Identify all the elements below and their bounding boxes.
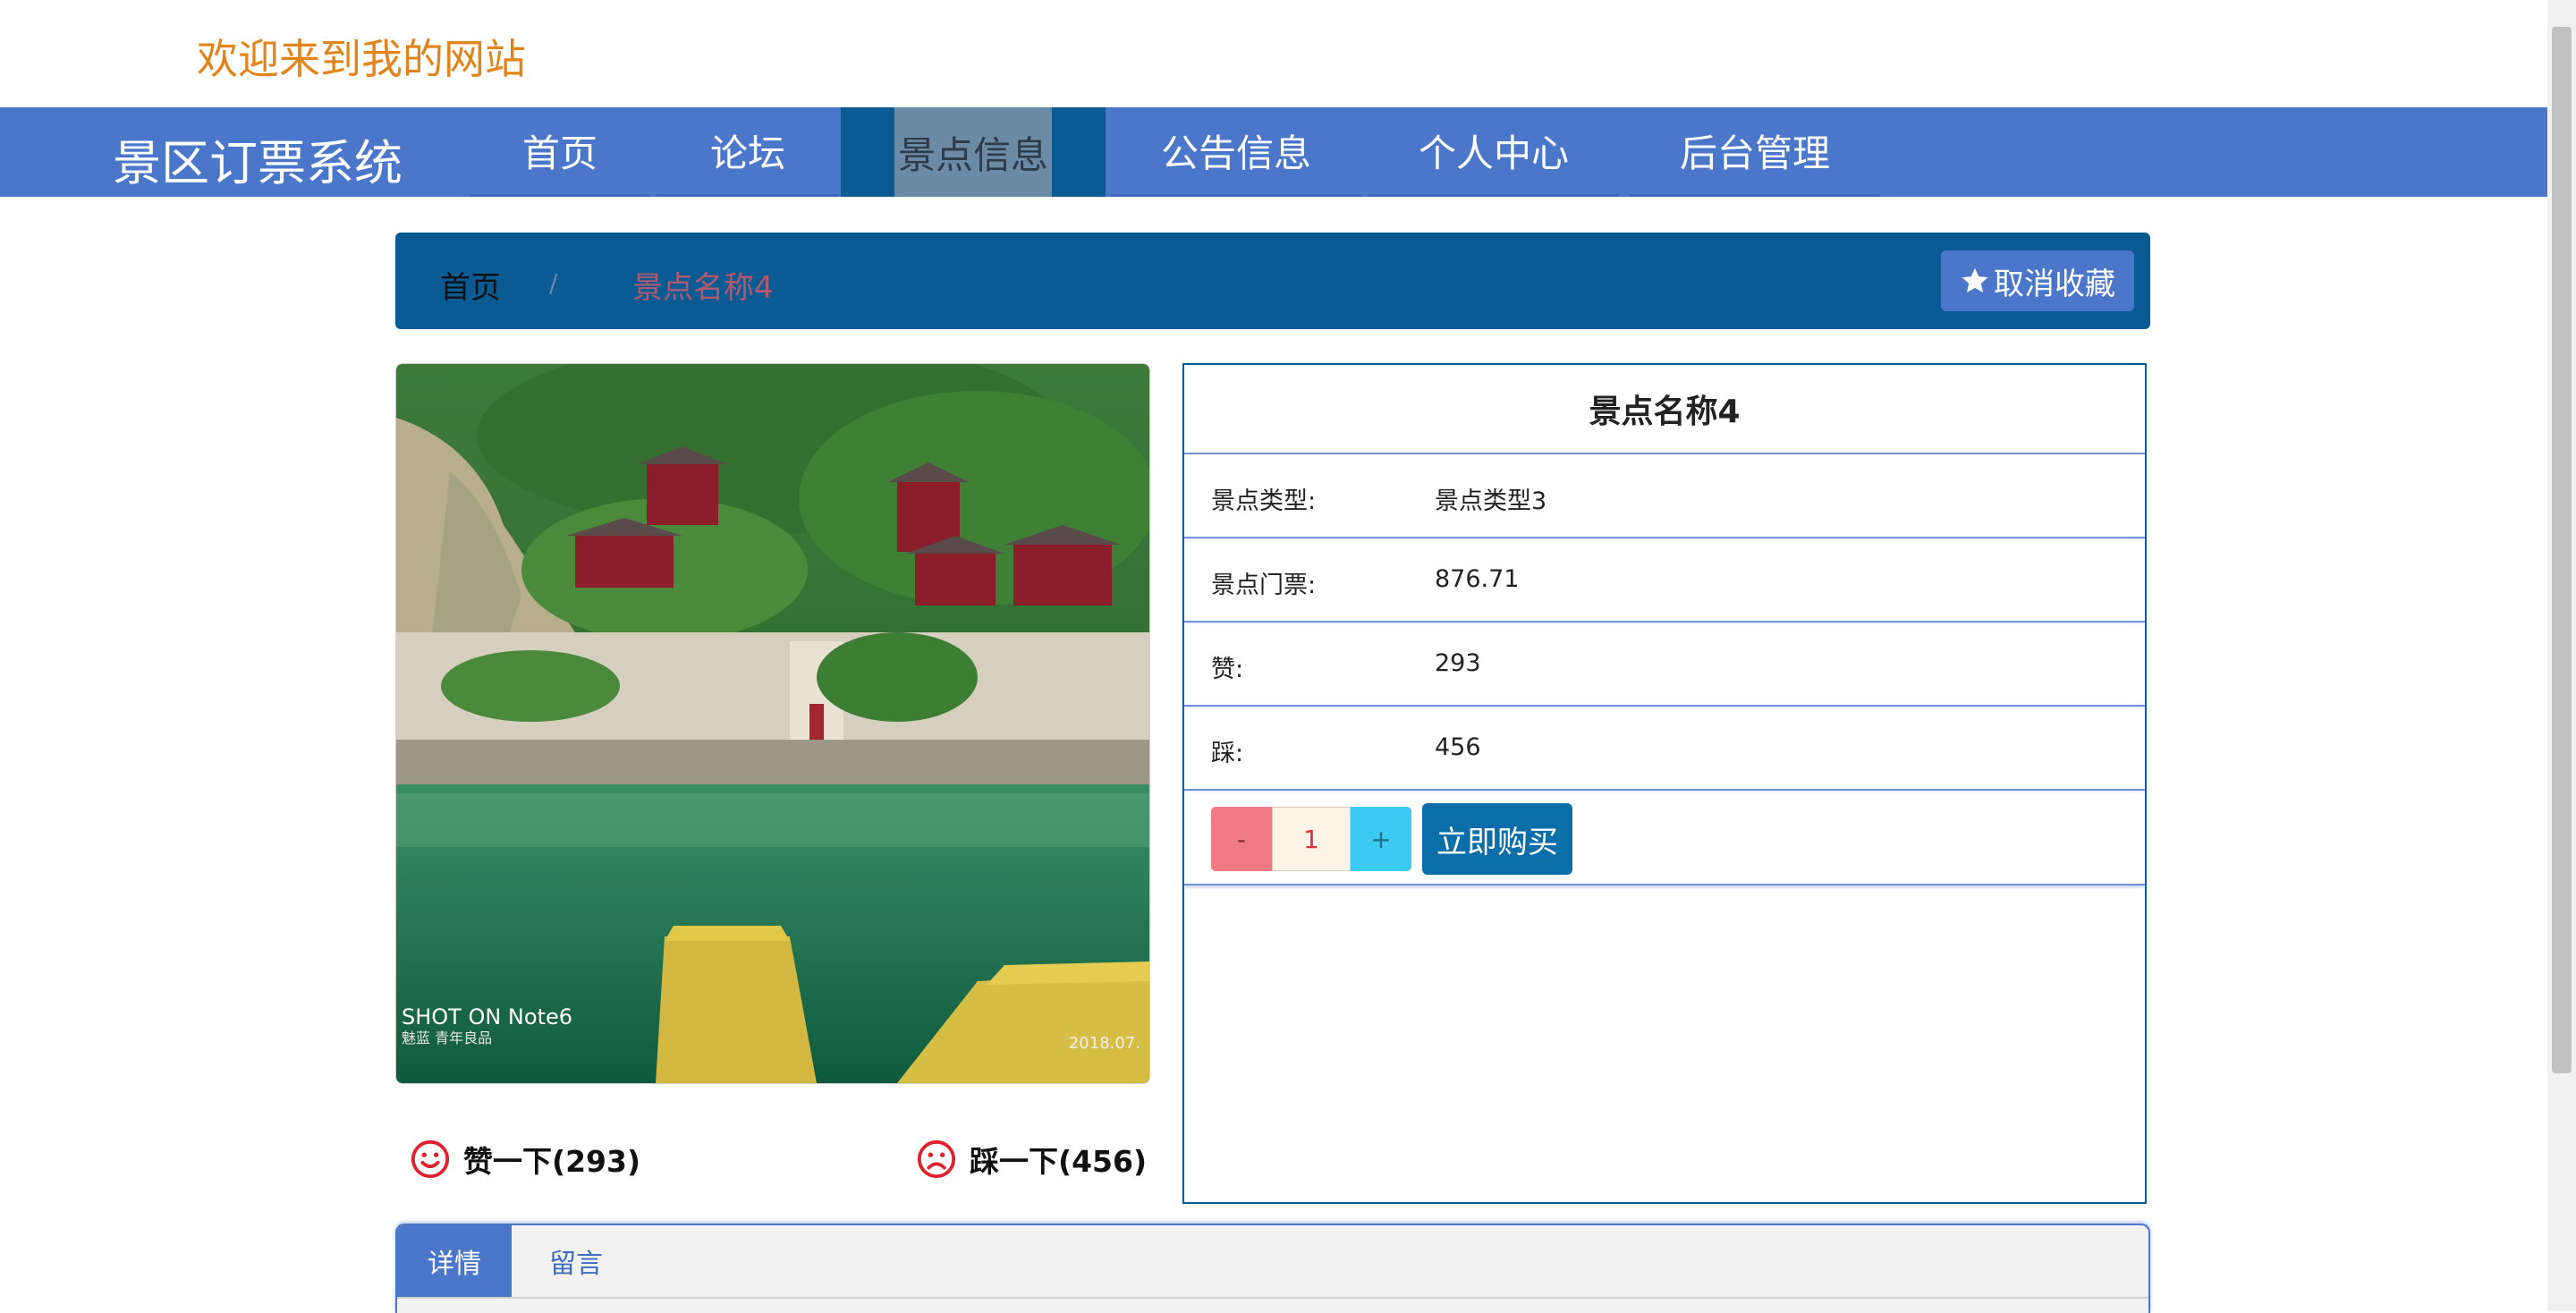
unfavorite-button[interactable]: 取消收藏 xyxy=(1941,250,2134,311)
nav-item-attractions[interactable]: 景点信息 xyxy=(841,107,1106,197)
buy-now-button[interactable]: 立即购买 xyxy=(1422,803,1572,875)
detail-row-ticket: 景点门票: 876.71 xyxy=(1184,537,2145,621)
star-icon xyxy=(1962,267,1988,293)
unfavorite-label: 取消收藏 xyxy=(1994,266,2115,302)
nav-item-announcements[interactable]: 公告信息 xyxy=(1111,107,1361,197)
tab-comments[interactable]: 留言 xyxy=(549,1225,603,1297)
detail-row-value: 293 xyxy=(1435,649,1481,677)
detail-row-dislikes: 踩: 456 xyxy=(1184,705,2145,789)
detail-row-value: 456 xyxy=(1435,733,1481,761)
purchase-row: - + 立即购买 xyxy=(1184,789,2145,885)
nav-item-admin[interactable]: 后台管理 xyxy=(1630,107,1880,197)
scrollbar-thumb[interactable] xyxy=(2552,27,2572,1073)
breadcrumb: 首页 / 景点名称4 取消收藏 xyxy=(395,233,2150,329)
breadcrumb-separator: / xyxy=(549,268,558,298)
tab-details[interactable]: 详情 xyxy=(397,1225,512,1297)
like-label: 赞一下(293) xyxy=(463,1144,641,1179)
nav-item-user-center[interactable]: 个人中心 xyxy=(1368,107,1619,197)
frown-icon xyxy=(917,1139,956,1179)
site-brand[interactable]: 景区订票系统 xyxy=(113,123,402,194)
quantity-decrease-button[interactable]: - xyxy=(1211,807,1272,871)
detail-panel: 景点名称4 景点类型: 景点类型3 景点门票: 876.71 赞: 293 踩:… xyxy=(1182,363,2147,1204)
detail-row-value: 876.71 xyxy=(1435,565,1520,593)
detail-row-label: 赞: xyxy=(1211,656,1244,683)
welcome-text: 欢迎来到我的网站 xyxy=(197,35,526,83)
detail-row-type: 景点类型: 景点类型3 xyxy=(1184,453,2145,537)
photo-date: 2018.07. xyxy=(1068,1034,1140,1053)
detail-row-label: 踩: xyxy=(1211,740,1244,767)
breadcrumb-home[interactable]: 首页 xyxy=(440,263,501,307)
detail-row-label: 景点门票: xyxy=(1211,572,1317,599)
page-scrollbar[interactable] xyxy=(2547,0,2576,1311)
detail-tabs: 详情 留言 xyxy=(395,1224,2150,1313)
tabs-divider xyxy=(397,1297,2148,1299)
detail-row-value: 景点类型3 xyxy=(1435,487,1547,515)
detail-title: 景点名称4 xyxy=(1589,394,1741,430)
photo-subcaption: 魅蓝 青年良品 xyxy=(402,1029,493,1046)
quantity-increase-button[interactable]: + xyxy=(1351,807,1411,871)
dislike-label: 踩一下(456) xyxy=(970,1144,1148,1179)
top-navbar: 景区订票系统 首页 论坛 景点信息 公告信息 个人中心 后台管理 xyxy=(0,107,2547,197)
like-button[interactable]: 赞一下(293) xyxy=(410,1138,640,1181)
quantity-input[interactable] xyxy=(1272,807,1351,871)
nav-item-home[interactable]: 首页 xyxy=(470,107,649,197)
smile-icon xyxy=(411,1139,450,1179)
attraction-photo: SHOT ON Note6 魅蓝 青年良品 2018.07. xyxy=(395,363,1150,1084)
nav-item-forum[interactable]: 论坛 xyxy=(657,107,839,197)
dislike-button[interactable]: 踩一下(456) xyxy=(916,1138,1147,1181)
breadcrumb-current: 景点名称4 xyxy=(632,270,774,306)
nav-item-attractions-label: 景点信息 xyxy=(894,107,1052,197)
detail-row-label: 景点类型: xyxy=(1211,487,1317,515)
detail-row-likes: 赞: 293 xyxy=(1184,621,2145,705)
